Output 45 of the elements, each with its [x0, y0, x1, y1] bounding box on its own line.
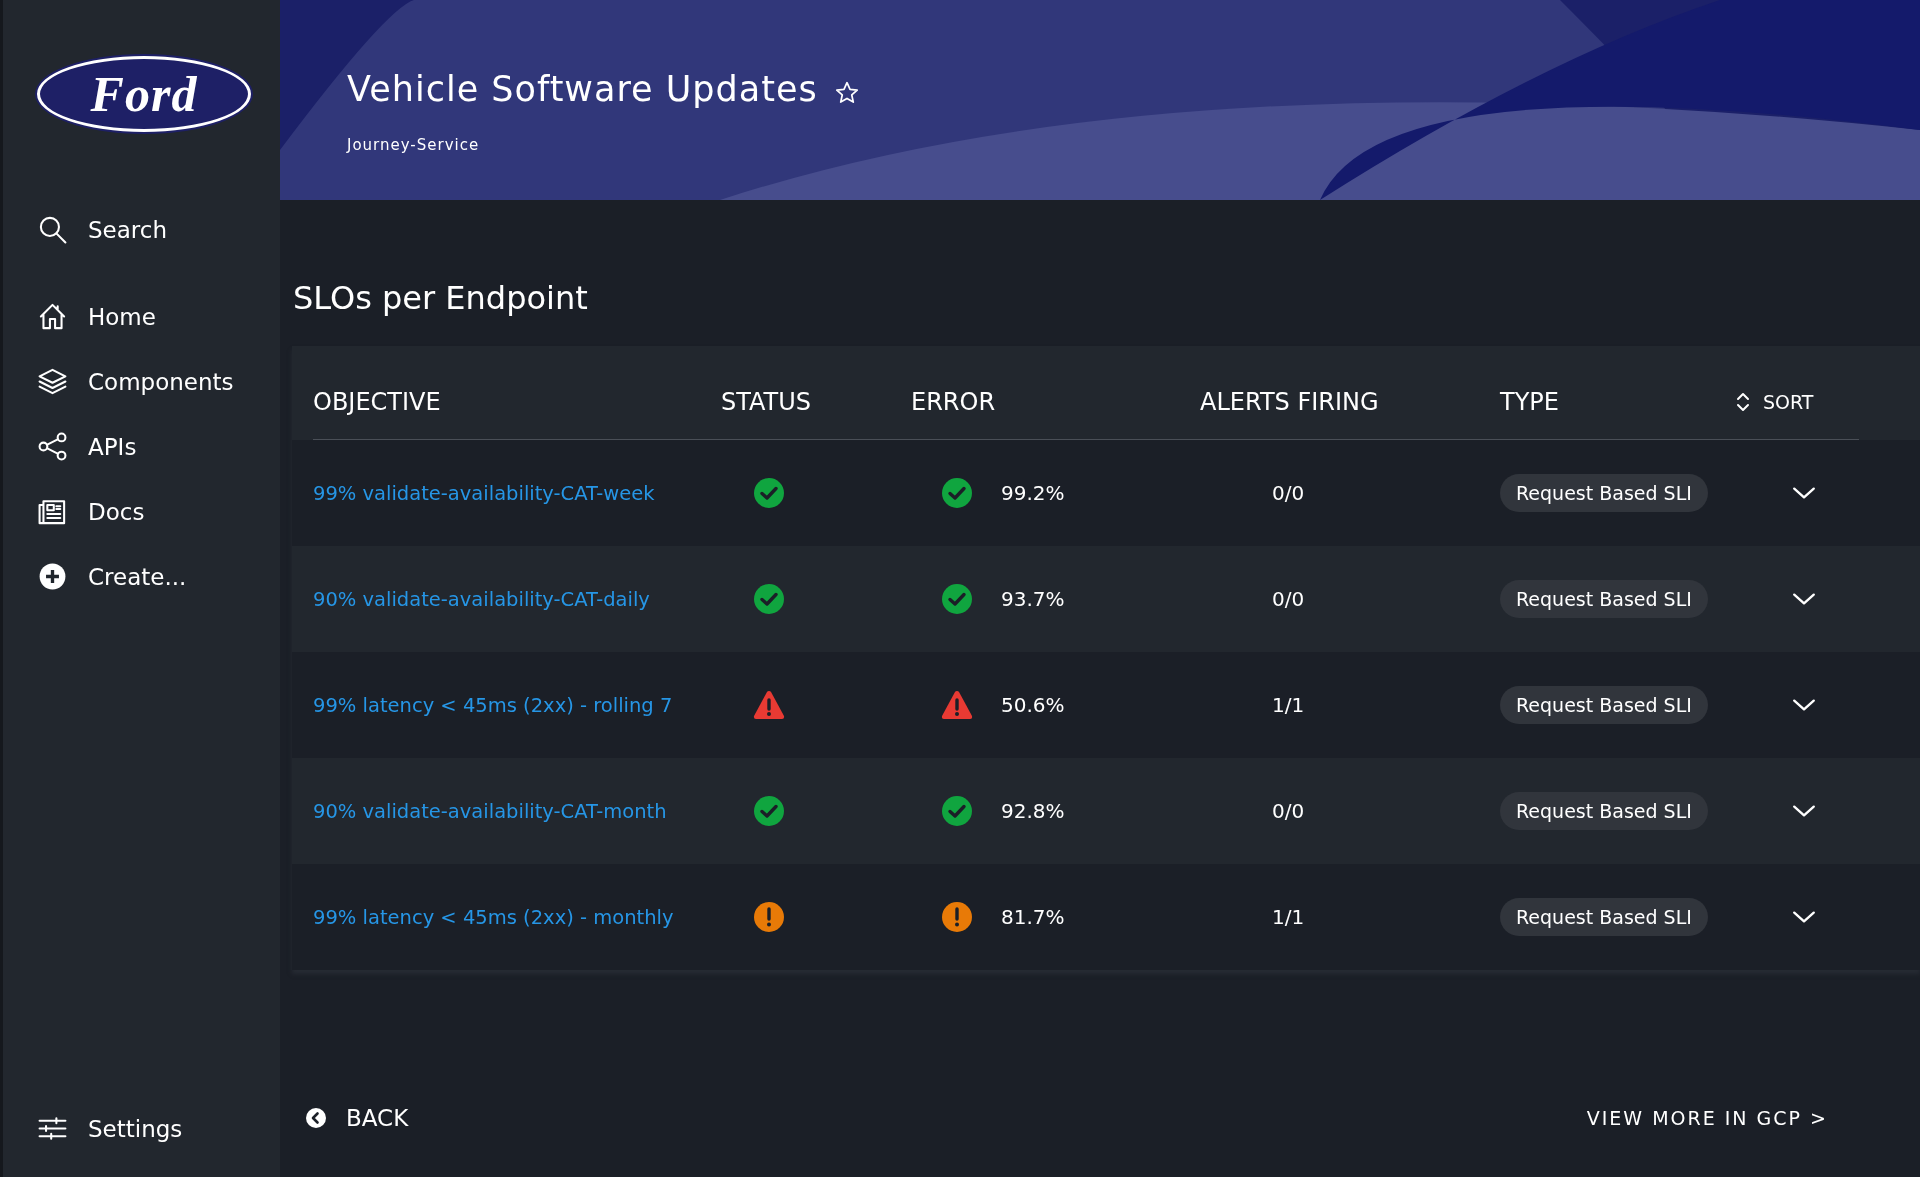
error-value: 81.7%	[1001, 905, 1065, 929]
search-icon	[37, 214, 68, 245]
view-more-link[interactable]: VIEW MORE IN GCP >	[1586, 1107, 1828, 1129]
alerts-value: 1/1	[1272, 693, 1305, 717]
sidebar-item[interactable]: Search	[3, 197, 280, 262]
alerts-value: 1/1	[1272, 905, 1305, 929]
section-title: SLOs per Endpoint	[293, 278, 589, 318]
error-value: 93.7%	[1001, 587, 1065, 611]
alerts-value: 0/0	[1272, 587, 1305, 611]
ford-logo: Ford	[37, 56, 251, 132]
objective-link[interactable]: 99% validate-availability-CAT-week	[313, 481, 655, 505]
alerts-value: 0/0	[1272, 481, 1305, 505]
column-header: OBJECTIVE	[313, 346, 721, 440]
alerts-value: 0/0	[1272, 799, 1305, 823]
star-icon[interactable]	[833, 80, 860, 106]
page-title: Vehicle Software Updates	[347, 68, 818, 111]
type-tag: Request Based SLI	[1500, 686, 1708, 724]
objective-link[interactable]: 90% validate-availability-CAT-daily	[313, 587, 650, 611]
type-tag: Request Based SLI	[1500, 898, 1708, 936]
plus-circle-icon	[37, 561, 68, 592]
type-tag: Request Based SLI	[1500, 792, 1708, 830]
objective-link[interactable]: 99% latency < 45ms (2xx) - monthly	[313, 905, 674, 929]
error-value: 50.6%	[1001, 693, 1065, 717]
column-header: STATUS	[721, 346, 911, 440]
sort-button[interactable]: SORT	[1735, 388, 1814, 415]
layers-icon	[37, 366, 68, 397]
error-value: 92.8%	[1001, 799, 1065, 823]
sidebar-item[interactable]: Settings	[3, 1096, 280, 1161]
type-tag: Request Based SLI	[1500, 580, 1708, 618]
sidebar-item[interactable]: APIs	[3, 414, 280, 479]
page-subtitle: Journey-Service	[347, 136, 481, 154]
sidebar-item[interactable]: Create...	[3, 544, 280, 609]
sidebar-item[interactable]: Docs	[3, 479, 280, 544]
column-header: ALERTS FIRING	[1200, 346, 1500, 440]
sidebar-item[interactable]: Home	[3, 284, 280, 349]
objective-link[interactable]: 99% latency < 45ms (2xx) - rolling 7	[313, 693, 673, 717]
share-icon	[37, 431, 68, 462]
home-icon	[37, 301, 68, 332]
objective-link[interactable]: 90% validate-availability-CAT-month	[313, 799, 667, 823]
type-tag: Request Based SLI	[1500, 474, 1708, 512]
column-header: TYPE	[1500, 346, 1735, 440]
error-value: 99.2%	[1001, 481, 1065, 505]
column-header: ERROR	[911, 346, 1200, 440]
sidebar-item[interactable]: Components	[3, 349, 280, 414]
back-button[interactable]: BACK	[306, 1105, 409, 1131]
